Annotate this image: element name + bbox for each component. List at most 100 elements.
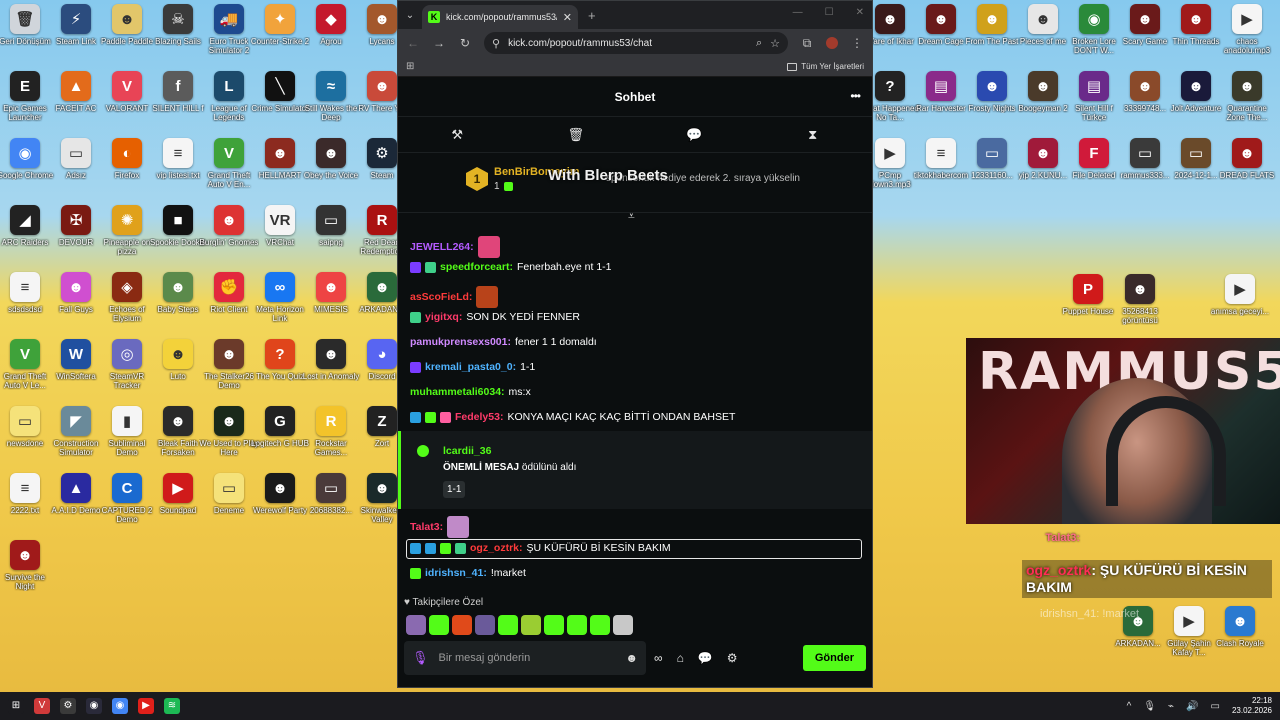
volume-icon[interactable]: 🔊 — [1186, 701, 1198, 712]
desktop-icon-glyph: E — [10, 71, 40, 101]
chat-username[interactable]: kremali_pasta0_0: — [425, 361, 516, 373]
omnibox[interactable]: ⚲ kick.com/popout/rammus53/chat ⌕ ☆ — [484, 32, 788, 54]
chat-message[interactable]: asScoFieLd: — [410, 286, 499, 308]
reload-icon[interactable]: ↻ — [458, 36, 472, 50]
spotify-icon[interactable]: ≋ — [164, 698, 180, 714]
obs-icon[interactable]: ◉ — [86, 698, 102, 714]
tray-chevron-icon[interactable]: ^ — [1127, 701, 1132, 712]
chat-settings-bubble-icon[interactable]: 💬 — [698, 651, 713, 665]
minimize-icon[interactable]: — — [793, 7, 803, 18]
desktop-icon[interactable]: ▶ chaos anadolu.mp3 — [1217, 4, 1277, 68]
chat-message[interactable]: muhammetali6034: ms:x — [410, 386, 531, 398]
apps-grid-icon[interactable]: ⊞ — [406, 61, 414, 72]
desktop-icon[interactable]: ☻ 35268413 görüntüsü — [1110, 274, 1170, 338]
voicemeeter-icon[interactable]: V — [34, 698, 50, 714]
chat-text: !market — [490, 567, 526, 579]
mic-icon[interactable]: 🎙 — [412, 650, 429, 666]
desktop-icon[interactable]: P Puppet House — [1058, 274, 1118, 338]
chat-username[interactable]: muhammetali6034: — [410, 386, 505, 398]
expand-icon[interactable]: ⩡ — [628, 209, 635, 224]
clock[interactable]: 22:18 23.02.2026 — [1232, 696, 1272, 716]
chat-username[interactable]: speedforceart: — [440, 261, 513, 273]
emote-shortcut-icon[interactable] — [567, 615, 587, 635]
chat-more-icon[interactable]: ••• — [850, 89, 861, 103]
badge-icon — [425, 411, 436, 423]
youtube-icon[interactable]: ▶ — [138, 698, 154, 714]
desktop-icon[interactable]: ☻ Survive the Night — [0, 540, 55, 604]
chat-message[interactable]: yigitxq: SON DK YEDİ FENNER — [410, 311, 580, 323]
emote-shortcut-icon[interactable] — [590, 615, 610, 635]
chat-username[interactable]: Talat3: — [410, 521, 443, 533]
chat-username[interactable]: yigitxq: — [425, 311, 462, 323]
all-bookmarks[interactable]: Tüm Yer İşaretleri — [787, 62, 864, 71]
new-tab-icon[interactable]: + — [588, 8, 596, 23]
desktop-icon-label: Survive the Night — [4, 573, 46, 591]
desktop-icon-glyph: ☻ — [61, 272, 91, 302]
emote-shortcut-icon[interactable] — [429, 615, 449, 635]
chrome-icon[interactable]: ◉ — [112, 698, 128, 714]
desktop-icon-glyph: ▭ — [61, 138, 91, 168]
back-icon[interactable]: ← — [406, 36, 420, 50]
mic-tray-icon[interactable]: 🎙 — [1143, 701, 1156, 712]
chat-message[interactable]: Fedely53: KONYA MAÇI KAÇ KAÇ BİTTİ ONDAN… — [410, 411, 735, 423]
chat-message-input[interactable] — [438, 652, 616, 664]
settings-gear-icon[interactable]: ⚙ — [727, 651, 738, 665]
network-icon[interactable]: ⌁ — [1168, 701, 1174, 712]
emote-shortcut-icon[interactable] — [544, 615, 564, 635]
chat-username[interactable]: asScoFieLd: — [410, 291, 472, 303]
desktop-icon-glyph: ☻ — [367, 473, 397, 503]
emote-shortcut-icon[interactable] — [498, 615, 518, 635]
pinned-gifter-banner[interactable]: 1 BenBirBomayim 1 sponsorluk hediye eder… — [398, 153, 872, 213]
url-text[interactable]: kick.com/popout/rammus53/chat — [508, 38, 748, 49]
emote-shortcut-icon[interactable] — [475, 615, 495, 635]
desktop-icon[interactable]: ☻ DREAD FLATS — [1217, 138, 1277, 202]
chat-message[interactable]: idrishsn_41: !market — [410, 567, 526, 579]
chat-message[interactable]: pamukprensexs001: fener 1 1 domaldı — [410, 336, 597, 348]
chat-message[interactable]: kremali_pasta0_0: 1-1 — [410, 361, 535, 373]
desktop-icon-glyph: ☻ — [367, 71, 397, 101]
desktop-icon[interactable]: ▶ anımsa geceyi... — [1210, 274, 1270, 338]
highlight-username[interactable]: lcardii_36 — [443, 445, 491, 457]
chat-username[interactable]: idrishsn_41: — [425, 567, 487, 579]
chat-username[interactable]: JEWELL264: — [410, 241, 474, 253]
forward-icon[interactable]: → — [432, 36, 446, 50]
store-icon[interactable]: ⌂ — [677, 651, 684, 665]
chat-message[interactable]: ogz_oztrk: ŞU KÜFÜRÜ Bİ KESİN BAKIM — [410, 542, 671, 554]
emoji-icon[interactable]: ☻ — [625, 651, 638, 665]
chat-username[interactable]: Fedely53: — [455, 411, 503, 423]
battery-icon[interactable]: ▭ — [1211, 701, 1220, 712]
start-icon[interactable]: ⊞ — [8, 698, 24, 714]
desktop-icon-glyph: 🚚 — [214, 4, 244, 34]
tab-search-icon[interactable]: ⌄ — [398, 10, 422, 21]
site-info-icon[interactable]: ⚲ — [492, 37, 500, 50]
browser-menu-icon[interactable]: ⋮ — [850, 36, 864, 50]
chat-message[interactable]: Talat3: — [410, 516, 470, 538]
hourglass-icon[interactable]: ⧗ — [783, 127, 843, 143]
tab-close-icon[interactable]: ✕ — [563, 11, 572, 24]
blerp-icon[interactable]: ∞ — [654, 651, 663, 665]
emote-shortcut-icon[interactable] — [406, 615, 426, 635]
maximize-icon[interactable]: ☐ — [825, 7, 834, 18]
mod-hammer-icon[interactable]: ⚒ — [427, 127, 487, 143]
emote-shortcut-icon[interactable] — [613, 615, 633, 635]
send-button[interactable]: Gönder — [802, 645, 866, 671]
chat-username[interactable]: pamukprensexs001: — [410, 336, 511, 348]
extensions-icon[interactable]: ⧉ — [800, 36, 814, 51]
bookmark-star-icon[interactable]: ☆ — [770, 37, 780, 50]
trash-icon[interactable]: 🗑 — [546, 127, 606, 143]
desktop-icon-glyph: ◎ — [112, 339, 142, 369]
tab-kick-chat[interactable]: K kick.com/popout/rammus53/ch ✕ — [422, 5, 578, 29]
emote-shortcut-icon[interactable] — [452, 615, 472, 635]
chat-bubble-icon[interactable]: 💬 — [664, 127, 724, 143]
chat-message[interactable]: JEWELL264: — [410, 236, 500, 258]
zoom-icon[interactable]: ⌕ — [756, 37, 762, 50]
chat-username[interactable]: ogz_oztrk: — [470, 542, 523, 554]
emote-shortcut-icon[interactable] — [521, 615, 541, 635]
window-close-icon[interactable]: ✕ — [856, 7, 864, 18]
profile-avatar[interactable] — [826, 37, 838, 49]
desktop-icon-glyph: ⚙ — [367, 138, 397, 168]
chat-message[interactable]: speedforceart: Fenerbah.eye nt 1-1 — [410, 261, 612, 273]
gift-icon — [503, 181, 513, 191]
settings-app-icon[interactable]: ⚙ — [60, 698, 76, 714]
desktop-icon[interactable]: ☻ Quarantine Zone The... — [1217, 71, 1277, 135]
